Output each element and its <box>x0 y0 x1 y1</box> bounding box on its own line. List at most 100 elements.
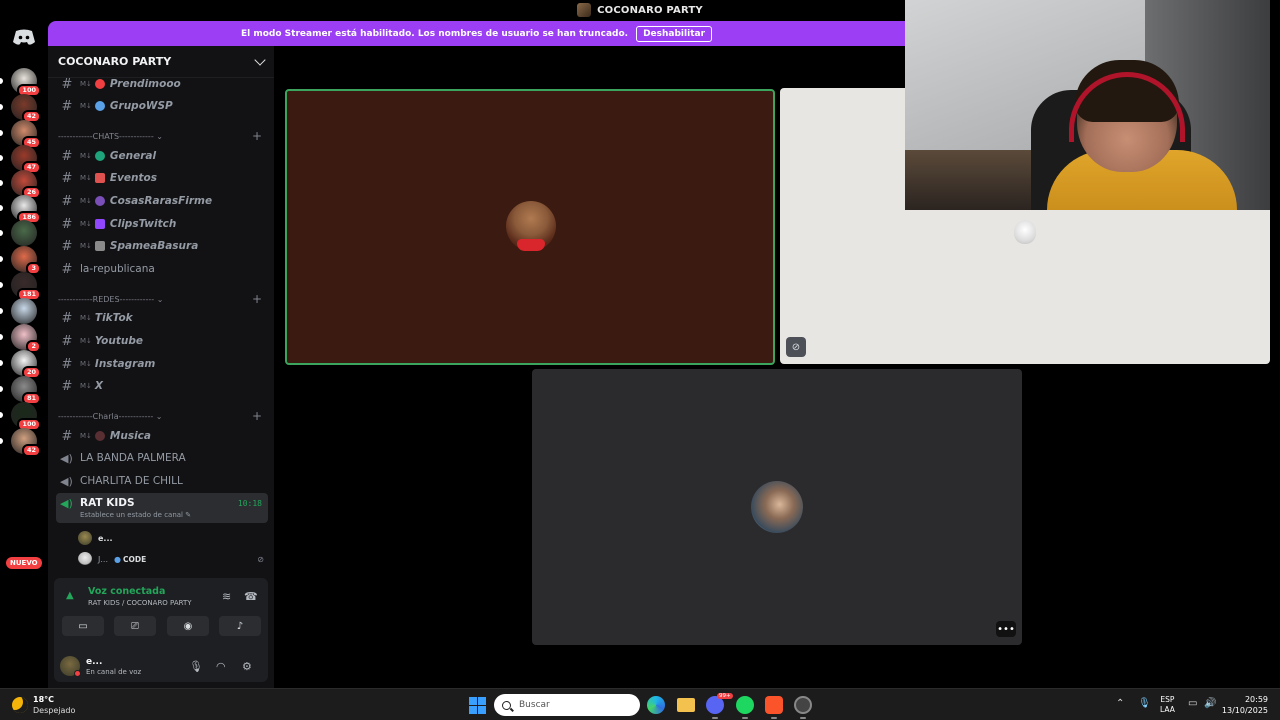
channel-label: Instagram <box>94 358 156 370</box>
server-icon[interactable]: 81 <box>11 376 41 405</box>
channel-label: CosasRarasFirme <box>109 195 213 207</box>
participant-tile-speaking[interactable] <box>285 89 775 365</box>
plus-icon[interactable]: + <box>252 409 262 423</box>
volume-icon[interactable]: 🔊 <box>1204 698 1216 709</box>
microphone-tray-icon[interactable]: 🎙 <box>1138 698 1151 709</box>
gear-icon[interactable]: ⚙ <box>242 660 252 673</box>
server-icon[interactable]: 42 <box>11 428 41 457</box>
server-icon[interactable]: 3 <box>11 246 41 275</box>
server-icon[interactable]: 26 <box>11 170 41 199</box>
server-icon[interactable]: 186 <box>11 195 41 224</box>
disable-streamer-button[interactable]: Deshabilitar <box>636 25 713 42</box>
channel-spameabasura[interactable]: # M↓ SpameaBasura <box>56 236 268 256</box>
taskbar-search[interactable]: Buscar <box>494 694 640 716</box>
weather-condition[interactable]: Despejado <box>33 706 75 715</box>
speaker-icon: ◀) <box>60 451 73 465</box>
set-channel-status[interactable]: Establece un estado de canal ✎ <box>80 511 191 519</box>
voice-member[interactable]: J... ● CODE ⊘ <box>78 551 264 567</box>
category-redes[interactable]: ------------REDES------------ ⌄ + <box>58 292 262 306</box>
voice-location[interactable]: RAT KIDS / COCONARO PARTY <box>88 599 192 607</box>
channel-prendimooo[interactable]: # M↓ Prendimooo <box>56 74 268 94</box>
noise-suppression-icon[interactable]: ≋ <box>222 590 231 603</box>
server-icon[interactable] <box>11 298 37 324</box>
disconnect-icon[interactable]: ☎ <box>244 590 258 603</box>
call-timer: 10:18 <box>237 499 262 508</box>
language-indicator[interactable]: ESP LAA <box>1160 695 1175 715</box>
server-icon[interactable]: 42 <box>11 94 41 123</box>
channel-x[interactable]: # M↓ X <box>56 376 268 396</box>
headphones-icon[interactable]: ◠ <box>216 660 226 673</box>
edge-icon[interactable] <box>647 696 665 714</box>
screen-share-button[interactable]: ⎚ <box>114 616 156 636</box>
plus-icon[interactable]: + <box>252 292 262 306</box>
channel-musica[interactable]: # M↓ Musica <box>56 426 268 446</box>
voice-channel-rat-kids[interactable]: ◀) RAT KIDS 10:18 Establece un estado de… <box>56 493 268 523</box>
server-icon[interactable]: 2 <box>11 324 41 353</box>
brave-icon[interactable] <box>765 696 783 714</box>
unread-pill <box>0 412 3 418</box>
md-icon: M↓ <box>80 242 92 250</box>
server-icon[interactable]: 20 <box>11 350 41 379</box>
unread-pill <box>0 205 3 211</box>
md-icon: M↓ <box>80 80 92 88</box>
plus-icon[interactable]: + <box>252 129 262 143</box>
server-icon[interactable]: 100 <box>11 68 41 97</box>
channel-eventos[interactable]: # M↓ Eventos <box>56 168 268 188</box>
unread-pill <box>0 104 3 110</box>
server-icon[interactable]: 45 <box>11 120 41 149</box>
channel-instagram[interactable]: # M↓ Instagram <box>56 354 268 374</box>
camera-button[interactable]: ▭ <box>62 616 104 636</box>
channel-general[interactable]: # M↓ General <box>56 146 268 166</box>
network-icon[interactable]: ▭ <box>1188 698 1197 709</box>
channel-label: Prendimooo <box>109 78 181 90</box>
channel-tiktok[interactable]: # M↓ TikTok <box>56 308 268 328</box>
file-explorer-icon[interactable] <box>677 698 695 712</box>
server-icon[interactable]: 100 <box>11 402 41 431</box>
channel-label: X <box>94 380 104 392</box>
channel-label: RAT KIDS <box>80 497 135 509</box>
user-panel[interactable]: e... En canal de voz 🎙 ◠ ⚙ <box>54 652 268 680</box>
avatar <box>78 552 92 566</box>
app-icon[interactable] <box>794 696 812 714</box>
channel-grupowsp[interactable]: # M↓ GrupoWSP <box>56 96 268 116</box>
active-indicator <box>771 717 777 719</box>
server-icon[interactable]: 47 <box>11 145 41 174</box>
windows-start-icon[interactable] <box>469 697 486 714</box>
hash-icon: # <box>61 333 73 349</box>
channel-youtube[interactable]: # M↓ Youtube <box>56 331 268 351</box>
temperature[interactable]: 18°C <box>33 695 54 704</box>
soundboard-button[interactable]: ♪ <box>219 616 261 636</box>
muted-mic-icon: ⊘ <box>257 554 264 564</box>
category-chats[interactable]: ------------CHATS------------ ⌄ + <box>58 129 262 143</box>
channel-la-republicana[interactable]: # la-republicana <box>56 259 268 279</box>
camera-off-icon: ▭ <box>78 620 88 632</box>
channel-clipstwitch[interactable]: # M↓ ClipsTwitch <box>56 214 268 234</box>
hash-icon: # <box>61 310 73 326</box>
channel-cosasrarasfirme[interactable]: # M↓ CosasRarasFirme <box>56 191 268 211</box>
speaker-icon: ◀) <box>60 497 73 510</box>
participant-tile[interactable]: ••• <box>532 369 1022 645</box>
discord-home-icon[interactable] <box>12 28 36 46</box>
server-avatar <box>11 298 37 324</box>
hash-icon: # <box>61 193 73 209</box>
chevron-up-icon[interactable]: ⌃ <box>1116 698 1124 709</box>
server-icon[interactable]: 181 <box>11 272 41 301</box>
category-charla[interactable]: ------------Charla------------ ⌄ + <box>58 409 262 423</box>
moon-icon[interactable] <box>12 697 28 713</box>
server-icon[interactable] <box>11 220 37 246</box>
spotify-icon[interactable] <box>736 696 754 714</box>
channel-label: la-republicana <box>80 263 155 275</box>
hash-icon: # <box>61 238 73 254</box>
voice-member[interactable]: e... <box>78 530 113 546</box>
more-options-icon[interactable]: ••• <box>996 621 1016 637</box>
microphone-icon[interactable]: 🎙 <box>189 660 203 673</box>
clock[interactable]: 20:59 13/10/2025 <box>1222 694 1268 716</box>
trash-icon <box>94 241 105 251</box>
channel-emoji-icon <box>94 173 105 183</box>
active-indicator <box>742 717 748 719</box>
signal-icon[interactable]: ▲ <box>66 590 78 602</box>
voice-channel-la-banda-palmera[interactable]: ◀) LA BANDA PALMERA <box>56 448 268 468</box>
mention-badge: 42 <box>21 444 41 457</box>
voice-channel-charlita-de-chill[interactable]: ◀) CHARLITA DE CHILL <box>56 471 268 491</box>
activities-button[interactable]: ◉ <box>167 616 209 636</box>
